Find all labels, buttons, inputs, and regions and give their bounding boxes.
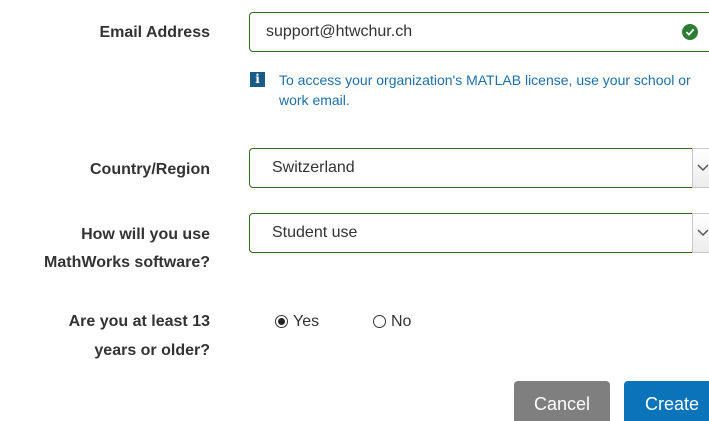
email-field[interactable]: support@htwchur.ch	[249, 12, 709, 52]
age-label: Are you at least 13 years or older?	[69, 310, 210, 363]
chevron-down-icon[interactable]	[692, 213, 709, 253]
cancel-button[interactable]: Cancel	[514, 381, 610, 421]
usage-label-line1: How will you use	[81, 226, 210, 243]
usage-select[interactable]: Student use	[249, 213, 709, 253]
radio-unselected-icon	[373, 315, 386, 328]
radio-selected-icon	[275, 315, 288, 328]
usage-label-line2: MathWorks software?	[44, 254, 210, 271]
info-icon: i	[250, 72, 265, 87]
country-value: Switzerland	[272, 159, 355, 176]
usage-label: How will you use MathWorks software?	[44, 223, 210, 275]
check-circle-icon	[682, 24, 698, 40]
email-value: support@htwchur.ch	[266, 23, 413, 40]
age-label-line2: years or older?	[94, 342, 210, 359]
chevron-down-icon[interactable]	[692, 148, 709, 188]
age-no-label: No	[391, 313, 412, 330]
usage-value: Student use	[272, 224, 358, 241]
age-label-line1: Are you at least 13	[68, 313, 210, 330]
country-label: Country/Region	[90, 161, 210, 178]
email-hint-text: To access your organization's MATLAB lic…	[279, 72, 691, 108]
create-account-form: Email Address support@htwchur.ch i To ac…	[0, 0, 709, 421]
email-label: Email Address	[99, 24, 210, 41]
age-yes-label: Yes	[293, 313, 320, 330]
country-select[interactable]: Switzerland	[249, 148, 709, 188]
create-button[interactable]: Create	[624, 381, 709, 421]
